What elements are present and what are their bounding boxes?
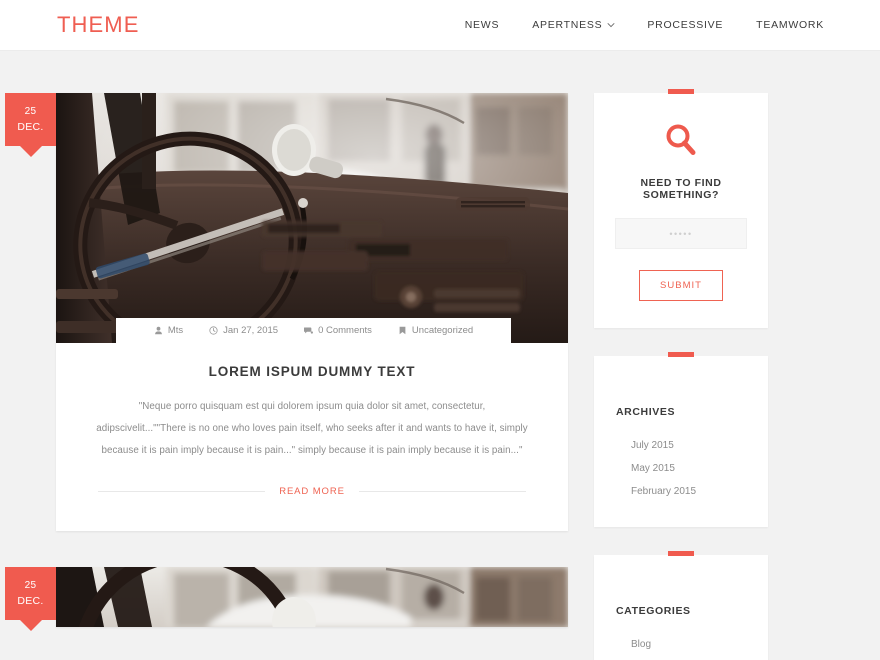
meta-date-label: Jan 27, 2015 [223, 325, 279, 336]
nav-item-apertness[interactable]: APERTNESS [532, 19, 615, 31]
nav-item-label: APERTNESS [532, 19, 603, 31]
main-navigation: NEWS APERTNESS PROCESSIVE TEAMWORK [465, 19, 824, 31]
post-featured-image[interactable] [56, 567, 568, 628]
search-input[interactable] [615, 218, 747, 249]
meta-comments[interactable]: 0 Comments [304, 325, 372, 336]
meta-category-label: Uncategorized [411, 325, 474, 336]
comment-icon [304, 326, 314, 335]
search-heading: NEED TO FIND SOMETHING? [640, 177, 722, 201]
search-icon [615, 123, 747, 157]
bookmark-icon [398, 326, 407, 335]
post-date-badge: 25 DEC. [5, 93, 56, 146]
nav-item-news[interactable]: NEWS [465, 19, 500, 31]
post-card: 25 DEC. [5, 93, 568, 532]
post-featured-image[interactable]: Mts Jan 27, 2015 0 Comments Uncategorize… [56, 93, 568, 343]
clock-icon [209, 326, 218, 335]
archives-title: ARCHIVES [616, 406, 676, 418]
post-title[interactable]: LOREM ISPUM DUMMY TEXT [92, 364, 532, 379]
list-item[interactable]: July 2015 [616, 434, 746, 457]
meta-date[interactable]: Jan 27, 2015 [209, 325, 278, 336]
divider-left [98, 491, 266, 493]
submit-button[interactable]: SUBMIT [639, 270, 723, 301]
list-item[interactable]: Blog [616, 633, 746, 656]
meta-author-label: Mts [167, 325, 184, 336]
widget-archives: ARCHIVES July 2015 May 2015 February 201… [594, 356, 768, 527]
car-interior-photo [56, 567, 568, 628]
post-card: 25 DEC. [5, 567, 568, 628]
nav-item-label: NEWS [464, 19, 500, 31]
content-column: 25 DEC. Mts Jan 27, 2015 0 Comments Unca… [5, 93, 568, 660]
date-day: 25 [24, 106, 37, 117]
list-item[interactable]: February 2015 [616, 480, 746, 503]
nav-item-label: PROCESSIVE [647, 19, 724, 31]
widget-search: NEED TO FIND SOMETHING? SUBMIT [594, 93, 768, 328]
read-more-row: READ MORE [92, 486, 532, 497]
meta-author[interactable]: Mts [154, 325, 183, 336]
archives-list: July 2015 May 2015 February 2015 [616, 434, 746, 503]
post-meta-bar: Mts Jan 27, 2015 0 Comments Uncategorize… [116, 318, 511, 343]
widget-categories: CATEGORIES Blog Uncategorized [594, 555, 768, 660]
site-header: THEME NEWS APERTNESS PROCESSIVE TEAMWORK [0, 0, 880, 51]
meta-comments-label: 0 Comments [318, 325, 372, 336]
meta-category[interactable]: Uncategorized [398, 325, 473, 336]
date-day: 25 [24, 580, 37, 592]
categories-title: CATEGORIES [616, 605, 691, 617]
post-excerpt: "Neque porro quisquam est qui dolorem ip… [96, 401, 528, 457]
page-container: 25 DEC. Mts Jan 27, 2015 0 Comments Unca… [0, 51, 880, 660]
user-icon [154, 326, 163, 335]
sidebar: NEED TO FIND SOMETHING? SUBMIT ARCHIVES … [594, 93, 768, 660]
post-body: LOREM ISPUM DUMMY TEXT "Neque porro quis… [56, 343, 568, 531]
date-month: DEC. [17, 594, 44, 607]
list-item[interactable]: Uncategorized [616, 656, 746, 660]
post-date-badge: 25 DEC. [5, 567, 56, 620]
list-item[interactable]: May 2015 [616, 457, 746, 480]
nav-item-teamwork[interactable]: TEAMWORK [756, 19, 824, 31]
categories-list: Blog Uncategorized [616, 633, 746, 660]
nav-item-processive[interactable]: PROCESSIVE [647, 19, 723, 31]
divider-right [358, 491, 527, 493]
car-interior-photo [56, 93, 568, 343]
site-logo[interactable]: THEME [57, 12, 140, 38]
date-month: DEC. [17, 120, 44, 133]
read-more-link[interactable]: READ MORE [279, 486, 345, 497]
chevron-down-icon [607, 21, 615, 28]
nav-item-label: TEAMWORK [756, 19, 824, 31]
